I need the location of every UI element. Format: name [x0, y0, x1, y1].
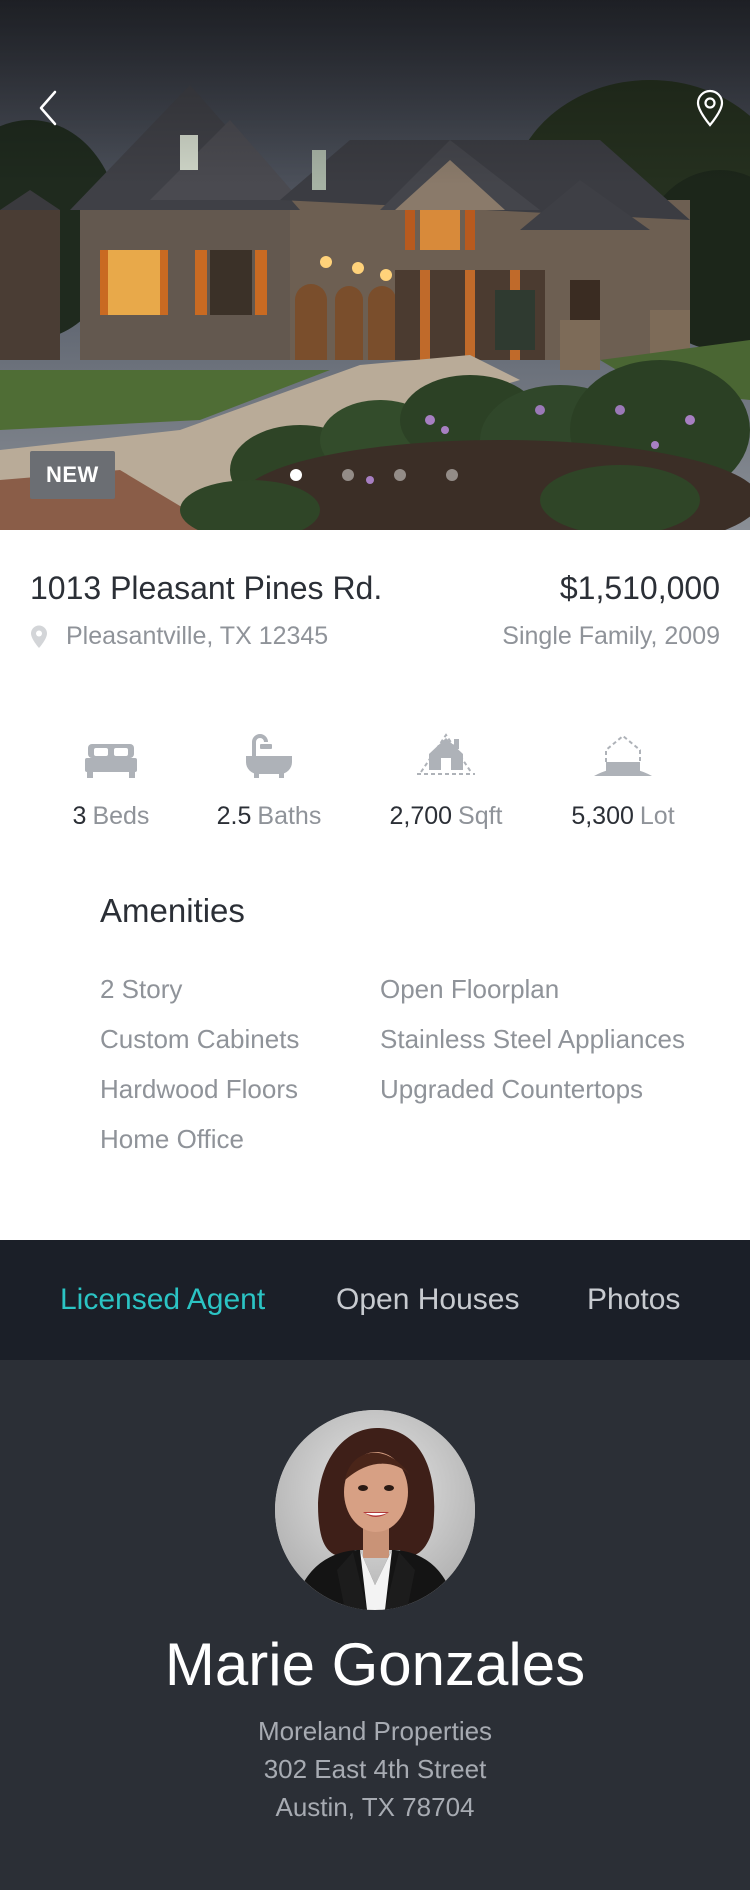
location-row: Pleasantville, TX 12345	[30, 622, 328, 651]
bed-icon	[85, 744, 137, 778]
sqft-unit: Sqft	[458, 802, 503, 830]
agent-avatar	[275, 1410, 475, 1610]
map-pin-icon	[696, 89, 724, 127]
amenity-item: 2 Story	[100, 974, 183, 1004]
location-pin-icon	[31, 625, 47, 648]
stat-sqft: 2,700 Sqft	[366, 722, 526, 831]
tab-licensed-agent[interactable]: Licensed Agent	[60, 1240, 265, 1360]
lot-unit: Lot	[639, 802, 675, 830]
amenity-item: Stainless Steel Appliances	[380, 1024, 685, 1054]
amenity-item: Upgraded Countertops	[380, 1074, 644, 1104]
carousel-dots	[290, 469, 458, 481]
beds-unit: Beds	[92, 802, 150, 830]
carousel-dot[interactable]	[290, 469, 302, 481]
listing-city: Pleasantville, TX 12345	[66, 622, 329, 650]
baths-value: 2.5	[216, 802, 252, 830]
hero-photo-carousel[interactable]: NEW	[0, 0, 750, 530]
back-button[interactable]	[20, 80, 76, 136]
amenities-right-column: Open Floorplan Stainless Steel Appliance…	[380, 964, 685, 1114]
agent-photo	[275, 1410, 475, 1610]
chevron-left-icon	[39, 90, 57, 126]
agent-panel: Marie Gonzales Moreland Properties 302 E…	[0, 1360, 750, 1890]
tab-open-houses[interactable]: Open Houses	[336, 1240, 519, 1360]
lot-value: 5,300	[571, 802, 634, 830]
tab-photos[interactable]: Photos	[587, 1240, 680, 1360]
listing-page: NEW 1013 Pleasant Pines Rd. $1,510,000 P…	[0, 0, 750, 1890]
listing-type: Single Family, 2009	[502, 622, 720, 650]
stat-beds: 3 Beds	[31, 722, 191, 831]
carousel-dot[interactable]	[446, 469, 458, 481]
info-tabs: Licensed Agent Open Houses Photos	[0, 1240, 750, 1360]
amenity-item: Open Floorplan	[380, 974, 560, 1004]
amenities-title: Amenities	[100, 892, 245, 929]
carousel-dot[interactable]	[394, 469, 406, 481]
listing-price: $1,510,000	[559, 570, 720, 606]
agent-city: Austin, TX 78704	[275, 1792, 475, 1822]
amenity-item: Hardwood Floors	[100, 1074, 298, 1104]
amenities-left-column: 2 Story Custom Cabinets Hardwood Floors …	[100, 964, 299, 1164]
stat-lot: 5,300 Lot	[543, 722, 703, 831]
agent-company: Moreland Properties	[257, 1716, 493, 1746]
sqft-value: 2,700	[389, 802, 453, 830]
listing-address: 1013 Pleasant Pines Rd.	[30, 570, 383, 606]
agent-street: 302 East 4th Street	[263, 1754, 487, 1784]
map-pin-button[interactable]	[682, 80, 738, 136]
new-badge: NEW	[30, 451, 115, 499]
bathtub-icon	[246, 734, 292, 778]
lot-icon	[594, 734, 652, 776]
carousel-dot[interactable]	[342, 469, 354, 481]
beds-value: 3	[72, 802, 87, 830]
house-icon	[417, 733, 475, 775]
amenity-item: Home Office	[100, 1124, 245, 1154]
amenity-item: Custom Cabinets	[100, 1024, 300, 1054]
baths-unit: Baths	[257, 802, 322, 830]
listing-details: 1013 Pleasant Pines Rd. $1,510,000 Pleas…	[0, 530, 750, 1240]
agent-name: Marie Gonzales	[164, 1631, 586, 1698]
stat-baths: 2.5 Baths	[189, 722, 349, 831]
property-stats: 3 Beds 2.5 Baths 2,700 Sqft 5,300 Lot	[0, 722, 750, 852]
